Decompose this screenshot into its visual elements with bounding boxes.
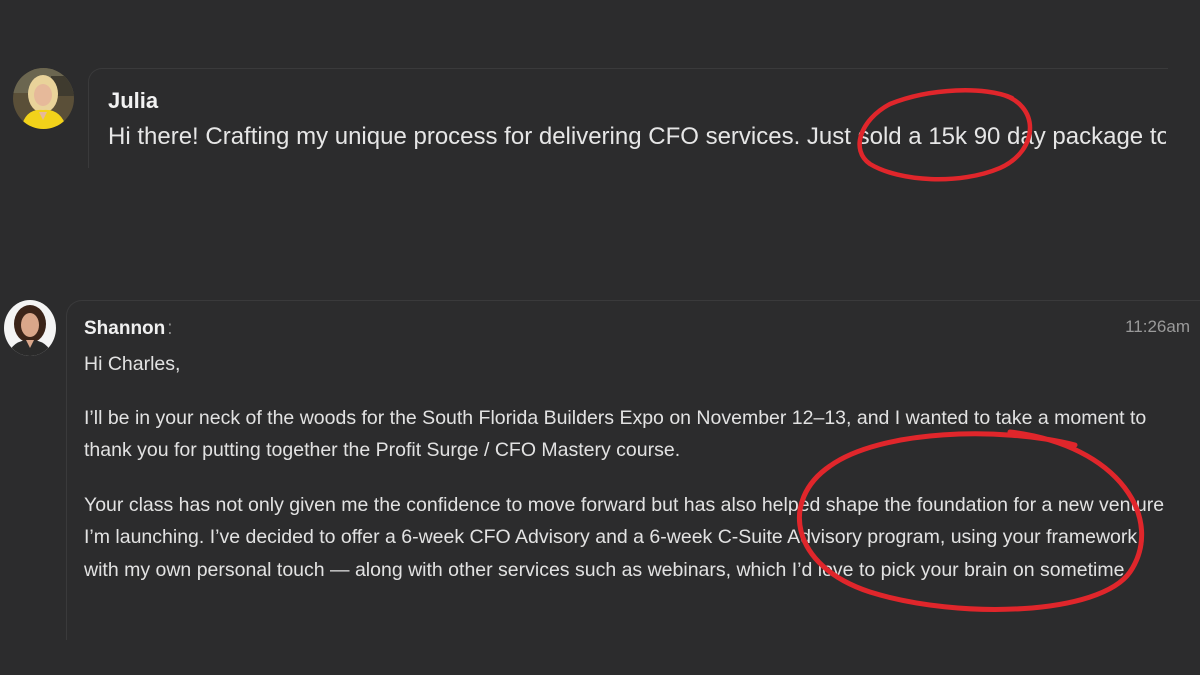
shannon-message-body: Hi Charles, I’ll be in your neck of the … [84, 348, 1174, 586]
avatar-photo-icon [4, 300, 56, 356]
julia-avatar[interactable] [13, 68, 74, 129]
message-greeting: Hi Charles, [84, 353, 181, 375]
chat-canvas: Julia Hi there! Crafting my unique proce… [0, 0, 1200, 675]
shannon-avatar[interactable] [4, 300, 56, 356]
shannon-sender-name[interactable]: Shannon: [84, 318, 173, 340]
julia-message-card [88, 68, 1168, 168]
sender-separator: : [167, 318, 173, 339]
message-paragraph-1: I’ll be in your neck of the woods for th… [84, 406, 1147, 462]
julia-message-text: Hi there! Crafting my unique process for… [108, 123, 1166, 150]
julia-sender-name[interactable]: Julia [108, 88, 158, 114]
avatar-photo-icon [13, 68, 74, 129]
message-paragraph-2: Your class has not only given me the con… [84, 493, 1165, 581]
sender-name-text[interactable]: Shannon [84, 318, 165, 339]
message-timestamp: 11:26am [1125, 317, 1190, 336]
